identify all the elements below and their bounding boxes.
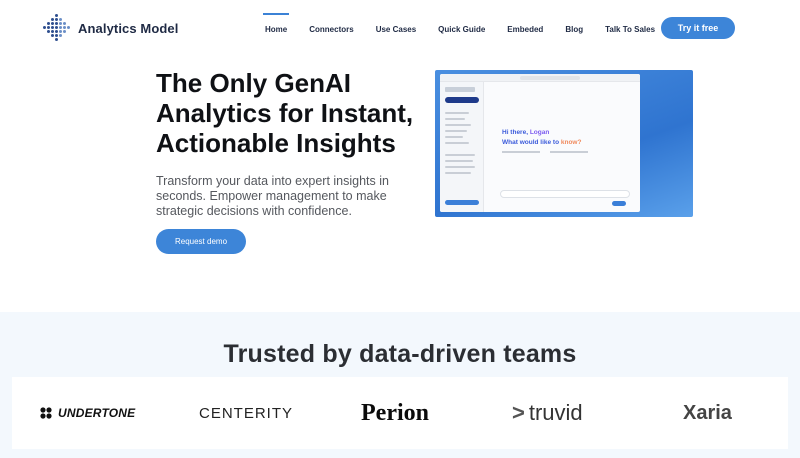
app-preview-window: Hi there, Logan What would like to know? [440, 74, 640, 212]
hero-title-line: Actionable Insights [156, 128, 396, 158]
preview-suggestion [502, 151, 540, 153]
logo-dot [59, 26, 62, 29]
preview-sidebar-line [445, 142, 469, 144]
logo-dot [55, 30, 58, 33]
logo-dot [59, 18, 62, 21]
preview-sidebar [440, 82, 484, 212]
truvid-logo: > truvid [512, 377, 583, 449]
preview-greeting-prefix: Hi there, [502, 129, 530, 136]
trusted-section: Trusted by data-driven teams UNDERTONE C… [0, 312, 800, 458]
preview-brand [445, 87, 475, 92]
logo-dot [55, 34, 58, 37]
try-free-button[interactable]: Try it free [661, 17, 735, 39]
logo-dot [59, 22, 62, 25]
brand-name: Analytics Model [78, 20, 179, 36]
logo-dot [51, 26, 54, 29]
preview-sidebar-line [445, 112, 469, 114]
preview-question-highlight: know? [560, 139, 582, 146]
preview-question-prefix: What would like to [502, 139, 561, 146]
preview-url-bar [520, 76, 580, 80]
preview-sidebar-line [445, 154, 475, 156]
logo-dot [55, 18, 58, 21]
trusted-title: Trusted by data-driven teams [223, 340, 577, 368]
preview-sidebar-line [445, 136, 463, 138]
site-header: Analytics Model Home Connectors Use Case… [0, 0, 800, 58]
nav-quick-guide[interactable]: Quick Guide [438, 0, 485, 58]
undertone-logo: UNDERTONE [40, 377, 135, 449]
centerity-logo: CENTERITY [199, 404, 294, 422]
brand-logo[interactable]: Analytics Model [42, 14, 178, 42]
request-demo-button[interactable]: Request demo [156, 229, 246, 254]
logo-dot [51, 18, 54, 21]
nav-blog[interactable]: Blog [565, 0, 583, 58]
app-preview-image: Hi there, Logan What would like to know? [435, 70, 693, 217]
logo-dots-icon [42, 14, 72, 42]
preview-sidebar-line [445, 172, 471, 174]
logo-dot [47, 26, 50, 29]
logo-dot [59, 34, 62, 37]
logo-dot [47, 30, 50, 33]
logo-dot [63, 26, 66, 29]
main-nav: Home Connectors Use Cases Quick Guide Em… [262, 0, 677, 58]
nav-embeded[interactable]: Embeded [507, 0, 543, 58]
perion-logo: Perion [361, 399, 429, 426]
truvid-chevron-icon: > [512, 400, 525, 425]
preview-sidebar-line [445, 166, 475, 168]
preview-send-button [612, 201, 626, 206]
logo-dot [51, 34, 54, 37]
preview-sidebar-line [445, 118, 465, 120]
logo-dot [59, 30, 62, 33]
logo-dot [63, 22, 66, 25]
preview-browser-bar [440, 74, 640, 82]
logo-dot [67, 26, 70, 29]
hero-title-line: The Only GenAI [156, 68, 352, 98]
logo-dot [55, 22, 58, 25]
undertone-wordmark: UNDERTONE [58, 406, 136, 420]
hero-title-line: Analytics for Instant, [156, 98, 414, 128]
preview-sidebar-line [445, 160, 473, 162]
preview-new-chat [445, 97, 479, 103]
logo-dot [55, 26, 58, 29]
xaria-logo: Xaria [683, 401, 732, 424]
undertone-mark-icon [40, 407, 52, 419]
nav-talk-to-sales[interactable]: Talk To Sales [605, 0, 655, 58]
truvid-wordmark: truvid [528, 400, 583, 425]
logo-dot [47, 22, 50, 25]
logo-dot [43, 26, 46, 29]
preview-sidebar-line [445, 124, 471, 126]
preview-greeting-name: Logan [529, 129, 550, 136]
preview-question: What would like to know? [502, 139, 581, 146]
logo-dot [55, 14, 58, 17]
logo-dot [63, 30, 66, 33]
preview-sidebar-button [445, 200, 479, 205]
preview-sidebar-line [445, 130, 467, 132]
logo-dot [55, 38, 58, 41]
nav-connectors[interactable]: Connectors [309, 0, 353, 58]
logo-dot [51, 22, 54, 25]
client-logos: UNDERTONE CENTERITY Perion > truvid Xari… [12, 377, 788, 449]
nav-use-cases[interactable]: Use Cases [376, 0, 416, 58]
preview-chat-input [500, 190, 630, 198]
nav-home[interactable]: Home [262, 0, 290, 58]
hero-subtitle: Transform your data into expert insights… [156, 174, 389, 218]
logo-dot [51, 30, 54, 33]
preview-suggestion [550, 151, 588, 153]
hero-title: The Only GenAI Analytics for Instant, Ac… [156, 68, 426, 158]
preview-greeting: Hi there, Logan [502, 129, 549, 136]
